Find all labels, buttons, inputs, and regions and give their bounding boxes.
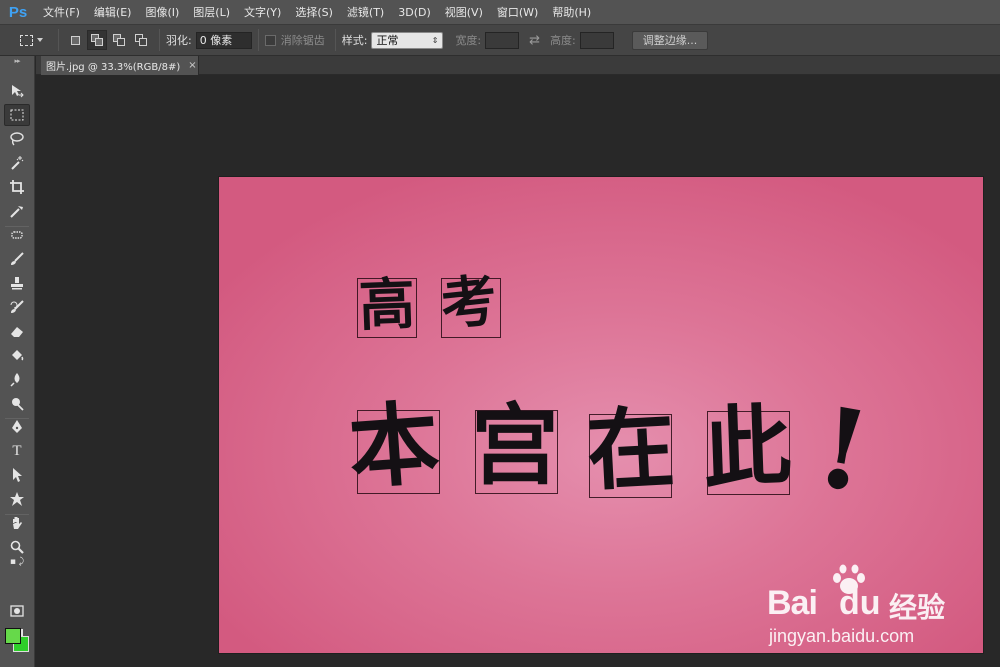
- canvas-text-char: 高: [357, 271, 417, 339]
- divider: [257, 29, 259, 51]
- pen-tool-icon[interactable]: [4, 416, 30, 438]
- style-label: 样式:: [341, 34, 368, 47]
- rect-marquee-tool-icon[interactable]: [4, 104, 30, 126]
- divider: [334, 29, 336, 51]
- chevron-down-icon: [36, 38, 43, 42]
- menu-view[interactable]: 视图(V): [438, 0, 490, 25]
- path-selection-tool-icon[interactable]: [4, 464, 30, 486]
- canvas-exclamation: !: [808, 381, 879, 518]
- add-selection-icon: [91, 34, 103, 46]
- history-brush-tool-icon[interactable]: [4, 296, 30, 318]
- zoom-tool-icon[interactable]: [4, 536, 30, 558]
- watermark-brand: Bai: [767, 584, 818, 622]
- height-label: 高度:: [550, 34, 576, 47]
- canvas-text-char: 考: [437, 267, 501, 339]
- width-label: 宽度:: [455, 34, 482, 47]
- panel-grip[interactable]: ▸▸: [0, 56, 34, 66]
- tool-preset-picker[interactable]: [10, 29, 52, 51]
- new-selection-icon: [70, 35, 80, 45]
- eyedropper-tool-icon[interactable]: [4, 200, 30, 222]
- paint-bucket-tool-icon[interactable]: [4, 344, 30, 366]
- antialias-checkbox[interactable]: [264, 34, 276, 46]
- document-tab-title: 图片.jpg @ 33.3%(RGB/8#): [46, 62, 181, 73]
- style-select[interactable]: 正常 ⇕: [371, 31, 444, 49]
- menu-edit[interactable]: 编辑(E): [87, 0, 139, 25]
- type-tool-icon[interactable]: T: [4, 440, 30, 462]
- divider: [58, 29, 59, 51]
- shape-tool-icon[interactable]: [4, 488, 30, 510]
- close-icon[interactable]: ×: [188, 60, 196, 71]
- photoshop-window: Ps 文件(F) 编辑(E) 图像(I) 图层(L) 文字(Y) 选择(S) 滤…: [0, 0, 1000, 667]
- rect-marquee-icon: [19, 34, 33, 46]
- quick-mask-icon[interactable]: [4, 600, 30, 622]
- blur-tool-icon[interactable]: [4, 368, 30, 390]
- brush-tool-icon[interactable]: [4, 248, 30, 270]
- hand-tool-icon[interactable]: [4, 512, 30, 534]
- menu-file[interactable]: 文件(F): [36, 0, 87, 25]
- dodge-tool-icon[interactable]: [4, 392, 30, 414]
- subtract-selection-button[interactable]: [109, 30, 129, 50]
- canvas-text-char: 本: [345, 389, 443, 503]
- menu-help[interactable]: 帮助(H): [545, 0, 598, 25]
- menu-bar: Ps 文件(F) 编辑(E) 图像(I) 图层(L) 文字(Y) 选择(S) 滤…: [0, 0, 1000, 25]
- options-bar: 羽化: 0 像素 消除锯齿 样式: 正常 ⇕ 宽度: ⇄ 高度: 调整边缘...: [0, 25, 1000, 56]
- menu-select[interactable]: 选择(S): [288, 0, 340, 25]
- tools-panel: ▸▸ T ▪ ⤸: [0, 56, 35, 667]
- menu-layer[interactable]: 图层(L): [186, 0, 237, 25]
- feather-input[interactable]: 0 像素: [195, 31, 252, 49]
- new-selection-button[interactable]: [65, 30, 85, 50]
- default-colors-icon[interactable]: ▪ ⤸: [4, 556, 30, 568]
- subtract-selection-icon: [113, 34, 125, 46]
- feather-label: 羽化:: [166, 34, 192, 47]
- eraser-tool-icon[interactable]: [4, 320, 30, 342]
- antialias-label: 消除锯齿: [280, 34, 325, 47]
- add-to-selection-button[interactable]: [87, 30, 107, 50]
- menu-filter[interactable]: 滤镜(T): [340, 0, 391, 25]
- intersect-selection-button[interactable]: [131, 30, 151, 50]
- options-grip[interactable]: [0, 25, 10, 56]
- menu-window[interactable]: 窗口(W): [490, 0, 545, 25]
- intersect-selection-icon: [135, 34, 147, 46]
- canvas-text-char: 宫: [471, 393, 560, 497]
- canvas-text-char: 此: [701, 393, 793, 501]
- stamp-tool-icon[interactable]: [4, 272, 30, 294]
- watermark-brand-cn: 经验: [889, 591, 946, 624]
- menu-type[interactable]: 文字(Y): [237, 0, 288, 25]
- updown-icon: ⇕: [431, 35, 439, 45]
- style-select-value: 正常: [376, 33, 399, 47]
- canvas-workspace[interactable]: 高 考 本 宫 在 此 ! Bai du 经验 jingyan.baidu.co…: [36, 75, 1000, 667]
- width-input[interactable]: [485, 31, 520, 49]
- menu-image[interactable]: 图像(I): [138, 0, 186, 25]
- refine-edge-button[interactable]: 调整边缘...: [631, 30, 709, 50]
- move-tool-icon[interactable]: [4, 80, 30, 102]
- canvas-text-char: 在: [584, 394, 678, 504]
- swap-dimensions-icon[interactable]: ⇄: [529, 33, 540, 48]
- magic-wand-tool-icon[interactable]: [4, 152, 30, 174]
- menu-3d[interactable]: 3D(D): [391, 0, 438, 25]
- watermark-brand-du: du: [839, 584, 881, 622]
- foreground-color-swatch[interactable]: [5, 628, 21, 644]
- document-tab-bar: 图片.jpg @ 33.3%(RGB/8#) ×: [36, 56, 1000, 75]
- document-tab[interactable]: 图片.jpg @ 33.3%(RGB/8#) ×: [41, 56, 199, 75]
- crop-tool-icon[interactable]: [4, 176, 30, 198]
- watermark-url: jingyan.baidu.com: [769, 626, 915, 646]
- ps-logo: Ps: [8, 3, 28, 21]
- document-canvas[interactable]: 高 考 本 宫 在 此 ! Bai du 经验 jingyan.baidu.co…: [218, 176, 984, 654]
- height-input[interactable]: [579, 31, 614, 49]
- spot-healing-tool-icon[interactable]: [4, 224, 30, 246]
- divider: [159, 29, 160, 51]
- baidu-watermark: Bai du 经验 jingyan.baidu.com: [767, 564, 967, 652]
- lasso-tool-icon[interactable]: [4, 128, 30, 150]
